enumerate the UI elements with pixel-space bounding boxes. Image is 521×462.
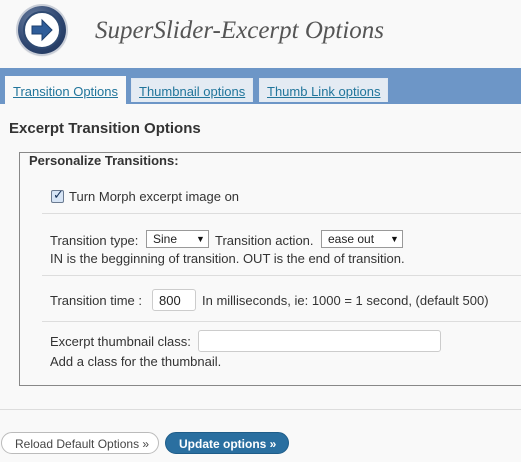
transition-action-select[interactable]: ease out ▼ [321, 230, 403, 248]
transition-type-select[interactable]: Sine ▼ [146, 230, 209, 248]
fieldset-legend: Personalize Transitions: [27, 153, 181, 168]
dropdown-arrow-icon: ▼ [196, 234, 205, 244]
transition-type-label: Transition type: [50, 233, 139, 248]
transition-action-label: Transition action. [215, 233, 314, 248]
thumbnail-class-help: Add a class for the thumbnail. [50, 354, 222, 369]
tab-transition-options[interactable]: Transition Options [5, 76, 127, 104]
divider [42, 275, 521, 276]
morph-checkbox-label: Turn Morph excerpt image on [69, 189, 240, 204]
section-title: Excerpt Transition Options [9, 120, 201, 137]
morph-checkbox[interactable]: ✓ [51, 187, 64, 203]
plugin-logo [18, 6, 66, 54]
reload-default-options-button[interactable]: Reload Default Options » [1, 432, 159, 454]
transition-time-help: In milliseconds, ie: 1000 = 1 second, (d… [202, 293, 489, 308]
tab-bar: Transition Options Thumbnail options Thu… [0, 68, 521, 104]
divider [42, 213, 521, 214]
divider [0, 409, 521, 410]
page-title: SuperSlider-Excerpt Options [95, 17, 385, 44]
transition-time-label: Transition time : [50, 293, 142, 308]
tab-thumb-link-options[interactable]: Thumb Link options [259, 78, 389, 102]
page-header: SuperSlider-Excerpt Options [0, 0, 521, 68]
thumbnail-class-input[interactable] [198, 330, 441, 352]
divider [42, 321, 521, 322]
update-options-button[interactable]: Update options » [165, 432, 289, 454]
thumbnail-class-label: Excerpt thumbnail class: [50, 334, 191, 349]
tab-thumbnail-options[interactable]: Thumbnail options [131, 78, 254, 102]
arrow-right-icon [31, 18, 53, 42]
checkmark-icon: ✓ [53, 187, 64, 202]
transition-time-input[interactable]: 800 [152, 289, 196, 311]
dropdown-arrow-icon: ▼ [390, 234, 399, 244]
transition-help-text: IN is the begginning of transition. OUT … [50, 251, 405, 266]
